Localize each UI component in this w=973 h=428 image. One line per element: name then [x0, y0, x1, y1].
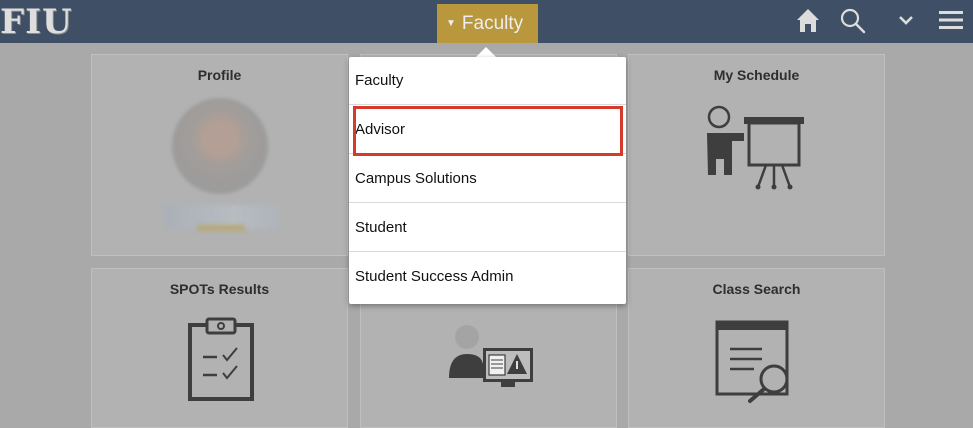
search-icon[interactable] [838, 6, 868, 36]
presenter-board-icon [707, 105, 804, 190]
role-selector-label: Faculty [461, 13, 524, 34]
hamburger-menu-icon[interactable] [938, 9, 964, 31]
chevron-down-icon[interactable] [896, 10, 916, 30]
document-search-icon [715, 320, 789, 403]
tile-title: Profile [197, 67, 242, 83]
menu-item-student-success-admin[interactable]: Student Success Admin [349, 253, 626, 301]
profile-tile[interactable]: Profile [91, 54, 348, 256]
spots-results-tile[interactable]: SPOTs Results [91, 268, 348, 428]
tile-title: My Schedule [713, 67, 800, 83]
menu-item-faculty[interactable]: Faculty [349, 57, 626, 105]
caret-down-icon: ▼ [446, 18, 456, 29]
profile-avatar [172, 98, 268, 194]
advisor-highlight-box [353, 106, 623, 156]
top-navigation-bar: FIU ▼ Faculty [0, 0, 973, 43]
fiu-logo[interactable]: FIU [0, 3, 73, 41]
profile-subtitle-redacted [197, 225, 245, 231]
class-search-tile[interactable]: Class Search [628, 268, 885, 428]
my-schedule-tile[interactable]: My Schedule [628, 54, 885, 256]
menu-item-student[interactable]: Student [349, 204, 626, 252]
home-icon[interactable] [793, 6, 823, 36]
tile-title: Class Search [712, 281, 801, 297]
advisor-monitor-icon [449, 325, 533, 387]
clipboard-checklist-icon [188, 317, 254, 401]
menu-item-campus-solutions[interactable]: Campus Solutions [349, 155, 626, 203]
role-dropdown-menu: Faculty Advisor Campus Solutions Student… [349, 57, 626, 304]
role-selector-button[interactable]: ▼ Faculty [437, 4, 538, 43]
tile-title: SPOTs Results [169, 281, 270, 297]
